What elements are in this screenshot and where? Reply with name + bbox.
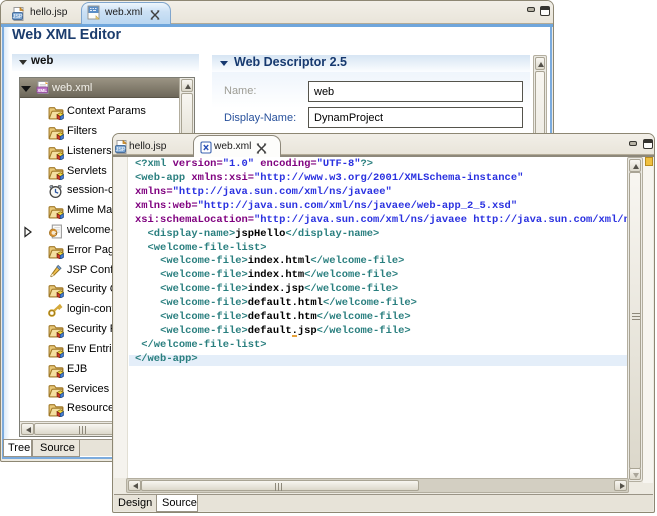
svg-text:JSP: JSP [115,147,125,153]
svg-text:JSP: JSP [12,14,22,20]
svg-text:XML: XML [37,88,47,93]
